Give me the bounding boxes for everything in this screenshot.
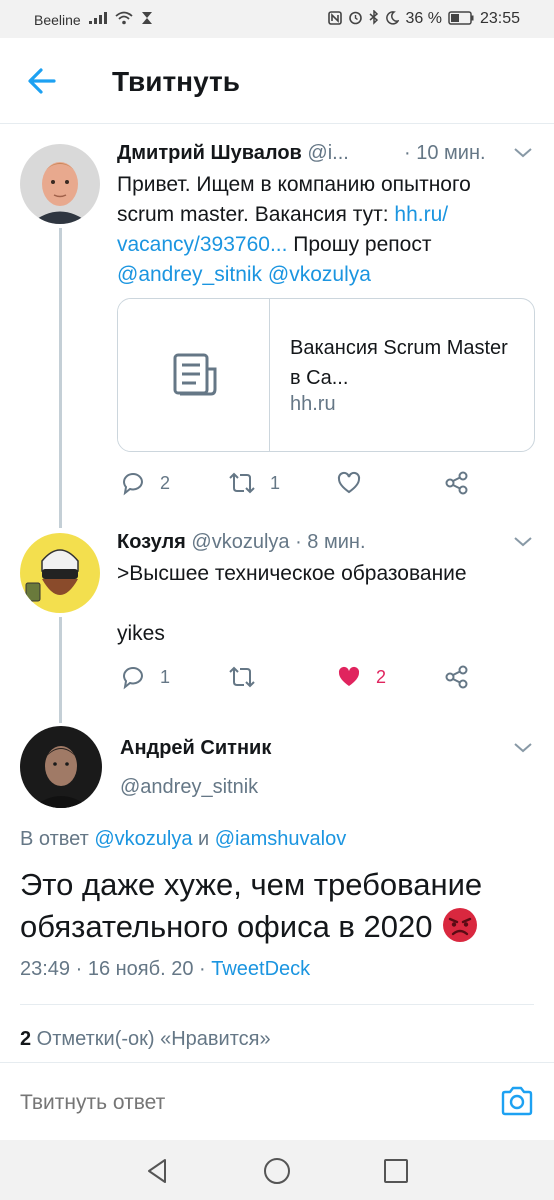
bluetooth-icon — [369, 9, 379, 28]
nav-home-button[interactable] — [262, 1156, 292, 1186]
likes-count: 2 — [20, 1028, 32, 1050]
tweet-author-line: Козуля @vkozulya · 8 мин. — [117, 531, 366, 554]
nfc-icon — [328, 10, 343, 28]
chevron-down-icon — [514, 148, 532, 158]
wifi-icon — [115, 11, 133, 28]
avatar-shuvalov[interactable] — [20, 144, 100, 224]
source-link[interactable]: TweetDeck — [211, 958, 310, 980]
retweet-icon — [229, 666, 255, 688]
battery-percent: 36 % — [405, 10, 442, 27]
app-header: Твитнуть — [0, 38, 554, 124]
thread-line — [59, 228, 62, 528]
avatar-sitnik[interactable] — [20, 726, 102, 808]
square-recents-icon — [384, 1159, 408, 1183]
card-media — [118, 299, 270, 451]
retweet-icon — [229, 472, 255, 494]
reply-count: 2 — [160, 472, 171, 493]
camera-button[interactable] — [500, 1085, 534, 1117]
tweet-author-line: Дмитрий Шувалов @i... — [117, 142, 349, 165]
chevron-down-icon — [514, 537, 532, 547]
nav-recents-button[interactable] — [381, 1156, 411, 1186]
moon-icon — [385, 10, 401, 28]
card-title: Вакансия Scrum Master в Ca... — [290, 337, 508, 389]
main-tweet-text: Это даже хуже, чем требование обязательн… — [20, 867, 483, 944]
author-handle[interactable]: @andrey_sitnik — [120, 776, 258, 798]
reply-button[interactable]: 1 — [120, 664, 170, 690]
tweet-link[interactable]: hh.ru/ — [394, 203, 448, 226]
tweet-menu-button[interactable] — [512, 535, 534, 549]
retweet-count: 1 — [270, 472, 281, 493]
mention-link[interactable]: @vkozulya — [268, 263, 371, 286]
like-button[interactable] — [336, 470, 376, 496]
main-author-name-line: Андрей Ситник — [120, 737, 271, 760]
author-name[interactable]: Андрей Ситник — [120, 737, 271, 759]
status-bar: Beeline 36 % 23:55 — [0, 0, 554, 38]
tweet-menu-button[interactable] — [512, 741, 534, 755]
signal-icon — [88, 12, 107, 27]
circle-home-icon — [264, 1158, 290, 1184]
author-handle[interactable]: @i... — [307, 142, 348, 164]
tweet-menu-button[interactable] — [512, 146, 534, 160]
share-icon — [445, 665, 468, 689]
tweet-link[interactable]: vacancy/393760... — [117, 233, 287, 256]
carrier-label: Beeline — [34, 11, 81, 28]
card-domain: hh.ru — [290, 393, 336, 415]
author-name[interactable]: Козуля — [117, 531, 186, 553]
reply-button[interactable]: 2 — [120, 470, 170, 496]
share-icon — [445, 471, 468, 495]
author-handle[interactable]: @vkozulya — [191, 531, 289, 553]
thread-line — [59, 617, 62, 723]
like-count: 2 — [376, 666, 387, 687]
reply-input[interactable] — [20, 1091, 440, 1115]
mention-link[interactable]: @andrey_sitnik — [117, 263, 262, 286]
author-name[interactable]: Дмитрий Шувалов — [117, 142, 302, 164]
reply-bar — [0, 1062, 554, 1140]
camera-icon — [501, 1086, 533, 1116]
avatar-kozulya[interactable] — [20, 533, 100, 613]
tweet-time: · 10 мин. — [404, 142, 486, 164]
document-icon — [173, 353, 217, 396]
chevron-down-icon — [514, 743, 532, 753]
nav-back-button[interactable] — [143, 1156, 173, 1186]
heart-filled-icon — [338, 666, 360, 686]
mention-link[interactable]: @iamshuvalov — [215, 828, 346, 850]
retweet-button[interactable] — [228, 664, 270, 690]
mention-link[interactable]: @vkozulya — [94, 828, 192, 850]
heart-icon — [337, 471, 361, 494]
angry-face-icon — [441, 906, 479, 944]
retweet-button[interactable]: 1 — [228, 470, 280, 496]
main-author-handle-line: @andrey_sitnik — [120, 776, 258, 799]
reply-count: 1 — [160, 666, 171, 687]
share-button[interactable] — [444, 470, 470, 496]
hourglass-icon — [141, 11, 153, 28]
system-nav-bar — [0, 1140, 554, 1200]
reply-icon — [122, 667, 144, 690]
reply-icon — [122, 473, 144, 496]
likes-summary[interactable]: 2 Отметки(-ок) «Нравится» — [20, 1028, 271, 1051]
battery-icon — [448, 10, 474, 28]
tweet-meta: 23:49 · 16 нояб. 20 · TweetDeck — [20, 958, 311, 980]
alarm-icon — [348, 10, 363, 28]
divider — [20, 1004, 534, 1005]
arrow-left-icon — [28, 68, 56, 94]
tweet-text: >Высшее техническое образование yikes — [117, 562, 467, 645]
status-time: 23:55 — [479, 10, 520, 27]
page-title: Твитнуть — [112, 66, 240, 97]
back-button[interactable] — [22, 64, 62, 98]
replying-to: В ответ @vkozulya и @iamshuvalov — [20, 828, 347, 850]
like-button[interactable]: 2 — [336, 664, 386, 690]
triangle-back-icon — [148, 1159, 166, 1183]
tweet-text: Привет. Ищем в компанию опытного scrum m… — [117, 173, 471, 286]
share-button[interactable] — [444, 664, 470, 690]
tweet-time: · 8 мин. — [295, 531, 366, 553]
link-preview-card[interactable]: Вакансия Scrum Master в Ca... hh.ru — [117, 298, 535, 452]
